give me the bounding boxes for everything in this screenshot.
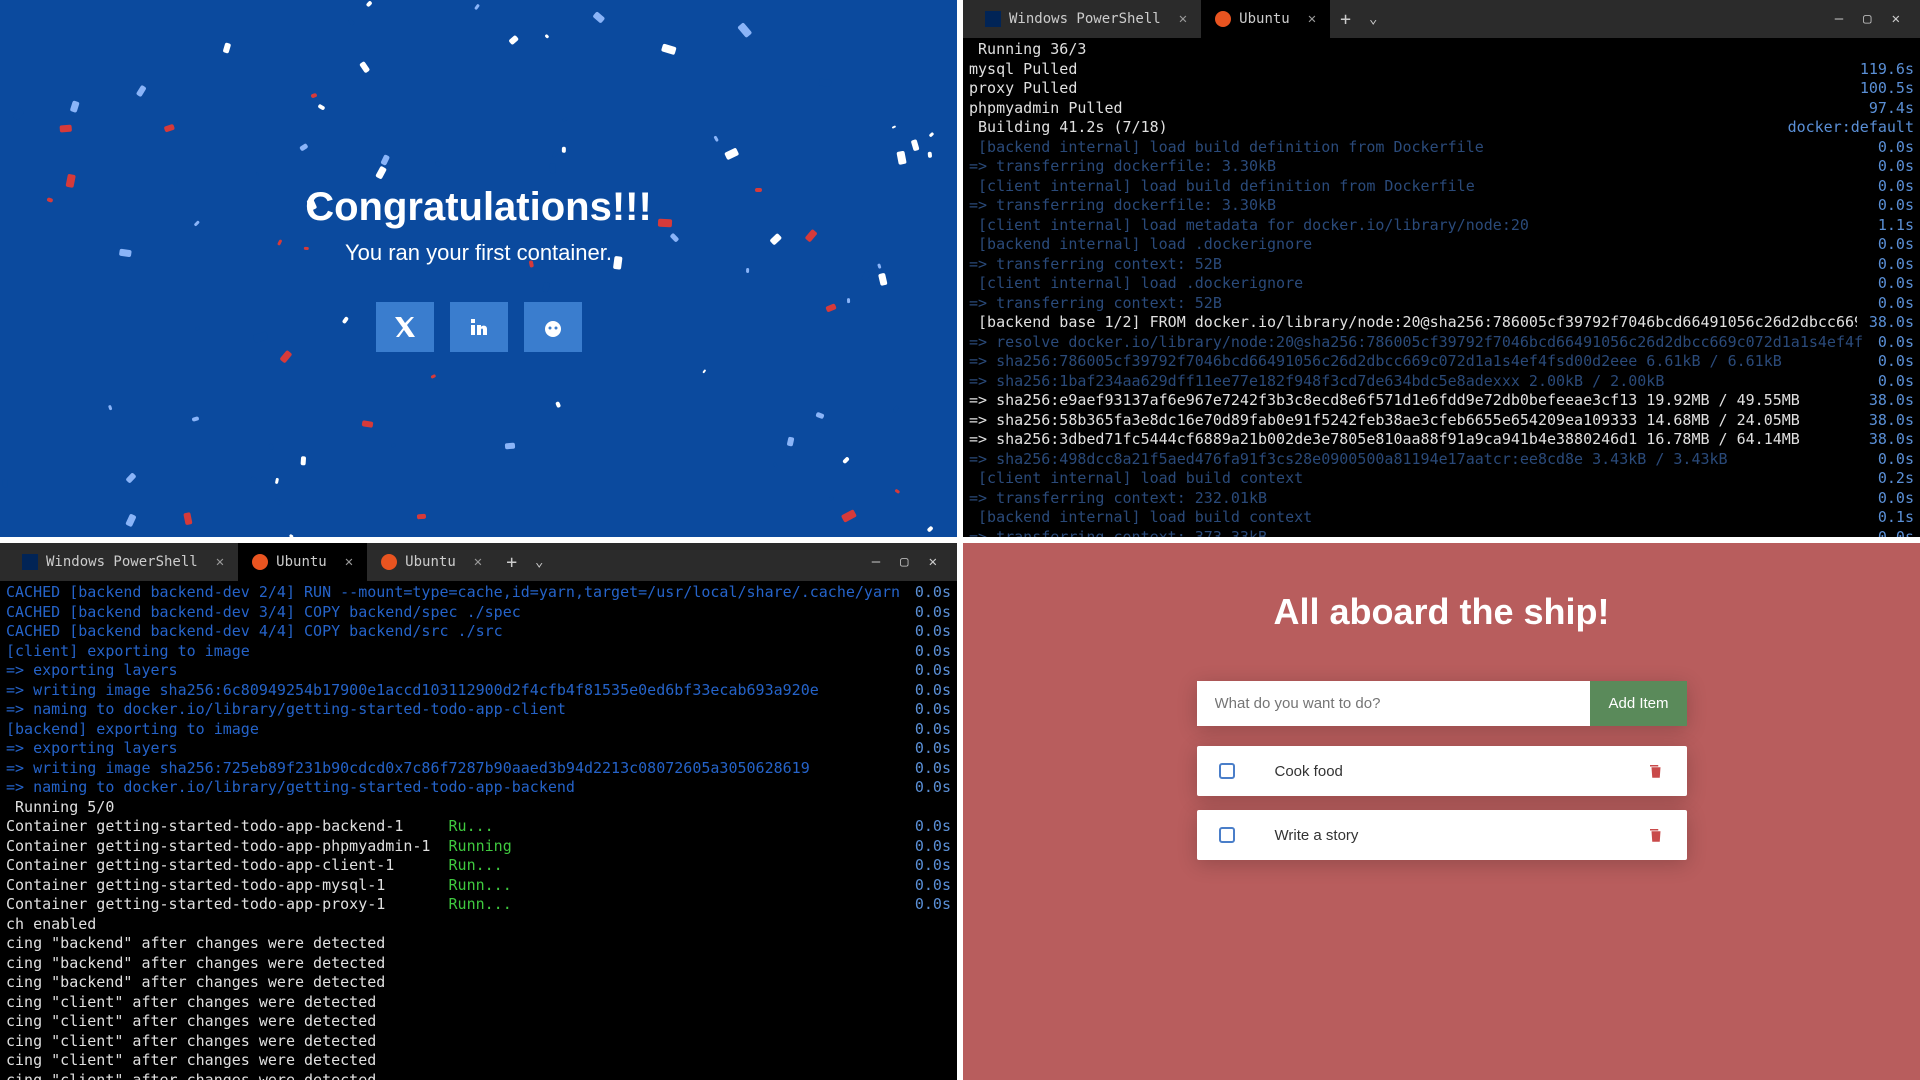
linkedin-button[interactable]	[450, 302, 508, 352]
trash-icon	[1647, 826, 1665, 844]
terminal-top-right: Windows PowerShell ✕ Ubuntu ✕ + ⌄ — ▢ ✕ …	[963, 0, 1920, 537]
todo-checkbox[interactable]	[1219, 763, 1235, 779]
todo-title: All aboard the ship!	[1273, 591, 1609, 633]
powershell-icon	[985, 11, 1001, 27]
powershell-icon	[22, 554, 38, 570]
tab-label: Windows PowerShell	[1009, 11, 1161, 27]
tab-dropdown[interactable]: ⌄	[1361, 11, 1385, 27]
congrats-subtitle: You ran your first container.	[305, 240, 652, 266]
close-button[interactable]: ✕	[929, 554, 937, 570]
terminal-titlebar: Windows PowerShell ✕ Ubuntu ✕ Ubuntu ✕ +…	[0, 543, 957, 581]
reddit-button[interactable]	[524, 302, 582, 352]
terminal-output[interactable]: Running 36/3mysql Pulled119.6sproxy Pull…	[963, 38, 1920, 537]
todo-item: Cook food	[1197, 746, 1687, 796]
todo-list: Cook food Write a story	[1197, 746, 1687, 874]
tab-label: Ubuntu	[405, 554, 456, 570]
todo-text: Cook food	[1275, 763, 1647, 780]
terminal-bottom-left: Windows PowerShell ✕ Ubuntu ✕ Ubuntu ✕ +…	[0, 543, 957, 1080]
ubuntu-icon	[1215, 11, 1231, 27]
add-item-button[interactable]: Add Item	[1590, 681, 1686, 726]
maximize-button[interactable]: ▢	[1863, 11, 1871, 27]
delete-button[interactable]	[1647, 826, 1665, 844]
ubuntu-icon	[252, 554, 268, 570]
ubuntu-icon	[381, 554, 397, 570]
add-tab-button[interactable]: +	[1330, 9, 1361, 30]
todo-text: Write a story	[1275, 827, 1647, 844]
linkedin-icon	[467, 315, 491, 339]
congrats-panel: Congratulations!!! You ran your first co…	[0, 0, 957, 537]
twitter-icon	[393, 315, 417, 339]
tab-label: Ubuntu	[1239, 11, 1290, 27]
minimize-button[interactable]: —	[872, 554, 880, 570]
tab-ubuntu-2[interactable]: Ubuntu ✕	[367, 543, 496, 581]
terminal-titlebar: Windows PowerShell ✕ Ubuntu ✕ + ⌄ — ▢ ✕	[963, 0, 1920, 38]
todo-input[interactable]	[1197, 681, 1591, 726]
close-icon[interactable]: ✕	[345, 554, 353, 570]
reddit-icon	[541, 315, 565, 339]
close-icon[interactable]: ✕	[1179, 11, 1187, 27]
tab-dropdown[interactable]: ⌄	[527, 554, 551, 570]
congrats-title: Congratulations!!!	[305, 185, 652, 230]
delete-button[interactable]	[1647, 762, 1665, 780]
tab-label: Ubuntu	[276, 554, 327, 570]
twitter-button[interactable]	[376, 302, 434, 352]
minimize-button[interactable]: —	[1835, 11, 1843, 27]
tab-powershell[interactable]: Windows PowerShell ✕	[8, 543, 238, 581]
trash-icon	[1647, 762, 1665, 780]
close-icon[interactable]: ✕	[474, 554, 482, 570]
close-button[interactable]: ✕	[1892, 11, 1900, 27]
maximize-button[interactable]: ▢	[900, 554, 908, 570]
todo-item: Write a story	[1197, 810, 1687, 860]
tab-ubuntu[interactable]: Ubuntu ✕	[238, 543, 367, 581]
terminal-output[interactable]: CACHED [backend backend-dev 2/4] RUN --m…	[0, 581, 957, 1080]
tab-label: Windows PowerShell	[46, 554, 198, 570]
todo-form: Add Item	[1197, 681, 1687, 726]
close-icon[interactable]: ✕	[216, 554, 224, 570]
close-icon[interactable]: ✕	[1308, 11, 1316, 27]
tab-ubuntu[interactable]: Ubuntu ✕	[1201, 0, 1330, 38]
todo-app-panel: All aboard the ship! Add Item Cook food …	[963, 543, 1920, 1080]
tab-powershell[interactable]: Windows PowerShell ✕	[971, 0, 1201, 38]
todo-checkbox[interactable]	[1219, 827, 1235, 843]
add-tab-button[interactable]: +	[496, 552, 527, 573]
